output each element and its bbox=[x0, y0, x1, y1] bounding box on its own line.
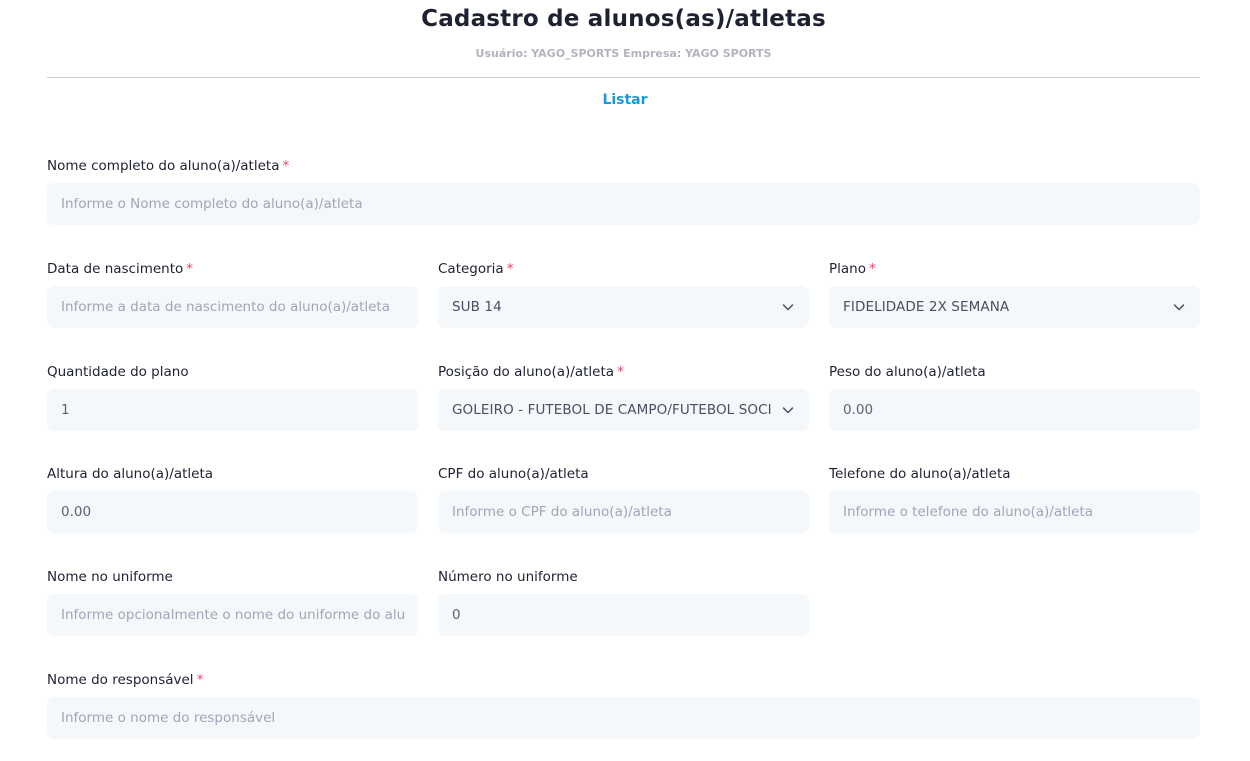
peso-label: Peso do aluno(a)/atleta bbox=[829, 364, 986, 380]
cpf-control bbox=[438, 491, 809, 533]
nome-responsavel-label: Nome do responsável * bbox=[47, 672, 204, 688]
plano-selected-value: FIDELIDADE 2X SEMANA bbox=[843, 299, 1010, 315]
data-nascimento-label: Data de nascimento * bbox=[47, 261, 194, 277]
required-marker: * bbox=[186, 261, 194, 277]
telefone-label: Telefone do aluno(a)/atleta bbox=[829, 466, 1011, 482]
nome-completo-control bbox=[47, 183, 1200, 225]
telefone-input[interactable] bbox=[843, 504, 1186, 520]
telefone-control bbox=[829, 491, 1200, 533]
nome-uniforme-control bbox=[47, 594, 418, 636]
plano-select[interactable]: FIDELIDADE 2X SEMANA bbox=[829, 286, 1200, 328]
required-marker: * bbox=[282, 158, 290, 174]
quantidade-plano-label: Quantidade do plano bbox=[47, 364, 189, 380]
nome-uniforme-input[interactable] bbox=[61, 607, 404, 623]
required-marker: * bbox=[196, 672, 204, 688]
page-header: Cadastro de alunos(as)/atletas Usuário: … bbox=[47, 0, 1200, 78]
posicao-selected-value: GOLEIRO - FUTEBOL DE CAMPO/FUTEBOL SOCIE… bbox=[452, 402, 773, 418]
cpf-input[interactable] bbox=[452, 504, 795, 520]
altura-label: Altura do aluno(a)/atleta bbox=[47, 466, 214, 482]
cpf-label: CPF do aluno(a)/atleta bbox=[438, 466, 589, 482]
peso-control bbox=[829, 389, 1200, 431]
posicao-select[interactable]: GOLEIRO - FUTEBOL DE CAMPO/FUTEBOL SOCIE… bbox=[438, 389, 809, 431]
peso-input[interactable] bbox=[843, 402, 1186, 418]
chevron-down-icon bbox=[1173, 304, 1185, 311]
required-marker: * bbox=[868, 261, 876, 277]
nome-responsavel-input[interactable] bbox=[61, 710, 1186, 726]
nome-responsavel-control bbox=[47, 697, 1200, 739]
nome-uniforme-label: Nome no uniforme bbox=[47, 569, 173, 585]
user-company-subtitle: Usuário: YAGO_SPORTS Empresa: YAGO SPORT… bbox=[475, 47, 772, 60]
altura-input[interactable] bbox=[61, 504, 404, 520]
categoria-select[interactable]: SUB 14 bbox=[438, 286, 809, 328]
nome-completo-label: Nome completo do aluno(a)/atleta * bbox=[47, 158, 290, 174]
quantidade-plano-input[interactable] bbox=[61, 402, 404, 418]
plano-label: Plano * bbox=[829, 261, 876, 277]
numero-uniforme-label: Número no uniforme bbox=[438, 569, 578, 585]
chevron-down-icon bbox=[782, 304, 794, 311]
categoria-selected-value: SUB 14 bbox=[452, 299, 502, 315]
categoria-label: Categoria * bbox=[438, 261, 514, 277]
nome-completo-input[interactable] bbox=[61, 196, 1186, 212]
list-link[interactable]: Listar bbox=[602, 92, 647, 108]
page-title: Cadastro de alunos(as)/atletas bbox=[421, 6, 826, 32]
altura-control bbox=[47, 491, 418, 533]
quantidade-plano-control bbox=[47, 389, 418, 431]
required-marker: * bbox=[617, 364, 624, 380]
numero-uniforme-input[interactable] bbox=[452, 607, 795, 623]
data-nascimento-input[interactable] bbox=[61, 299, 404, 315]
data-nascimento-control bbox=[47, 286, 418, 328]
posicao-label: Posição do aluno(a)/atleta * bbox=[438, 364, 624, 380]
student-registration-page: Cadastro de alunos(as)/atletas Usuário: … bbox=[0, 0, 1250, 761]
numero-uniforme-control bbox=[438, 594, 809, 636]
list-link-container: Listar bbox=[0, 92, 1250, 108]
required-marker: * bbox=[506, 261, 514, 277]
chevron-down-icon bbox=[782, 407, 794, 414]
